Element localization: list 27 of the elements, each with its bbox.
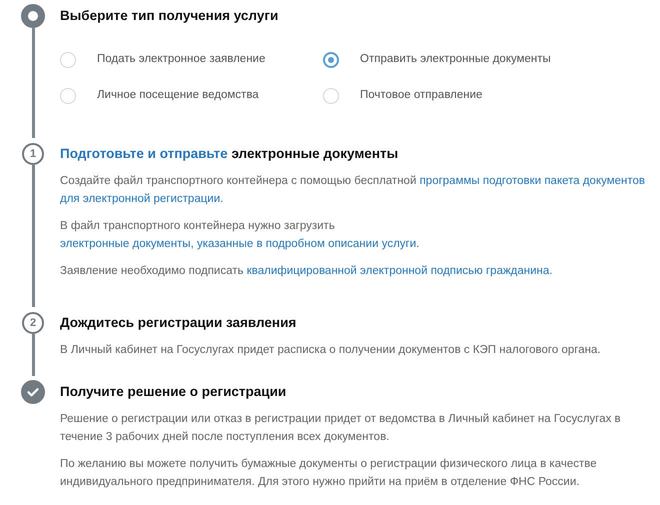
text-link[interactable]: квалифицированной электронной подписью гражданина. — [246, 265, 552, 277]
text-link[interactable]: программы подготовки пакета документов — [420, 175, 646, 187]
step-number: 2 — [22, 312, 44, 334]
radio-button[interactable] — [323, 88, 339, 104]
step-paragraph: Решение о регистрации или отказ в регистрации придет от ведомства в Личный кабинет на Госуслугах в течение 3 рабочих дней после поступления всех документов. — [60, 412, 622, 445]
step-paragraph: В Личный кабинет на Госуслугах придет расписка о получении документов с КЭП налогового органа. — [60, 343, 602, 358]
radio-button[interactable] — [60, 88, 76, 104]
title-link[interactable]: Подготовьте и отправьте — [60, 146, 228, 161]
check-icon — [21, 380, 45, 404]
step-number: 1 — [22, 143, 44, 165]
text-link[interactable]: электронные документы, указанные в подробном описании — [60, 238, 378, 250]
option-label: Почтовое отправление — [360, 88, 482, 104]
option-label: Личное посещение ведомства — [97, 88, 259, 104]
radio-button[interactable] — [323, 52, 339, 68]
step-paragraph: Создайте файл транспортного контейнера с помощью бесплатной программы подготовки пакета документов для электронной регистрации. — [60, 174, 646, 207]
option-label: Отправить электронные документы — [360, 52, 551, 68]
step-title: Получите решение о регистрации — [60, 383, 288, 401]
option-label: Подать электронное заявление — [97, 52, 266, 68]
step-paragraph: Заявление необходимо подписать квалифицированной электронной подписью гражданина. — [60, 264, 554, 279]
step-title: Выберите тип получения услуги — [60, 7, 280, 25]
step-title: Подготовьте и отправьте электронные документы — [60, 145, 400, 163]
text-link[interactable]: для электронной регистрации. — [60, 193, 224, 205]
step-title: Дождитесь регистрации заявления — [60, 314, 298, 332]
step-paragraph: В файл транспортного контейнера нужно загрузить электронные документы, указанные в подробном описании услуги. — [60, 219, 420, 252]
radio-button[interactable] — [60, 52, 76, 68]
text-link[interactable]: услуги. — [382, 238, 420, 250]
step-paragraph: По желанию вы можете получить бумажные документы о регистрации физического лица в качестве индивидуального предпринимателя. Для этого нужно прийти на приём в отделение ФНС России. — [60, 457, 598, 490]
